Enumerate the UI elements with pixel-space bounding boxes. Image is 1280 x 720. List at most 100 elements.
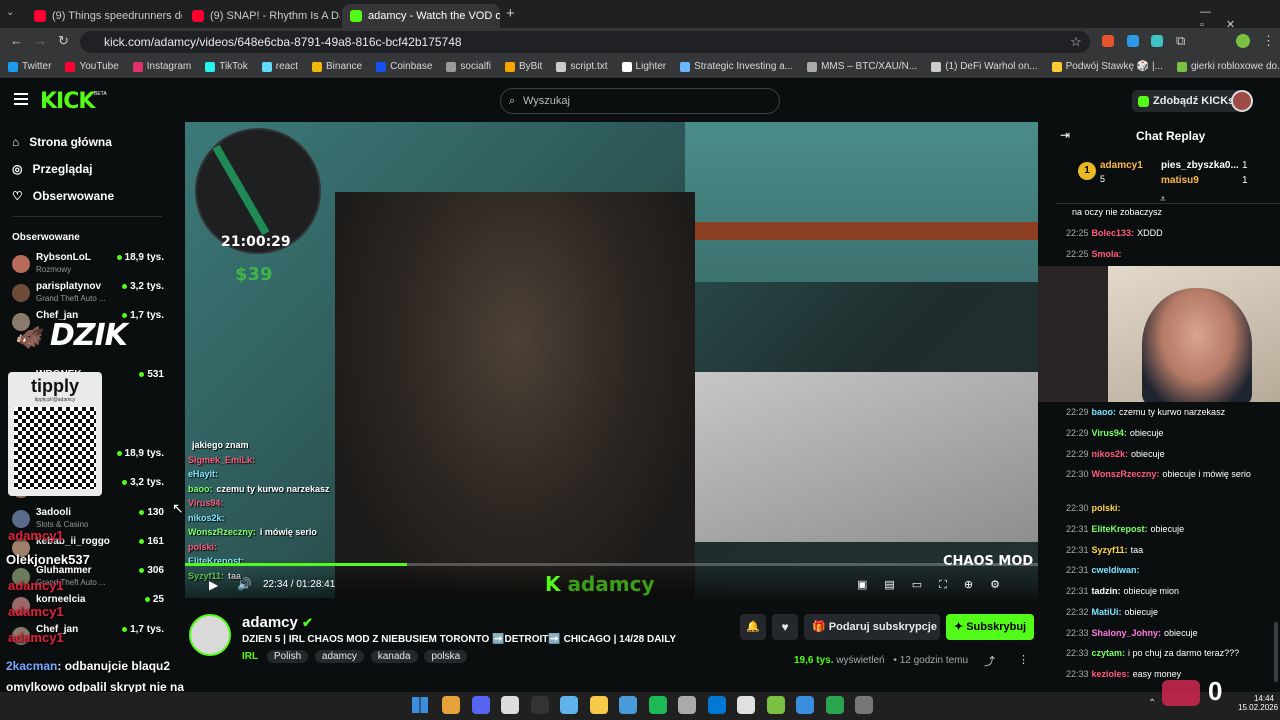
chat-username[interactable]: Bolec133: [1092, 228, 1135, 238]
chat-username[interactable]: baoo: [1092, 407, 1117, 417]
chat-username[interactable]: nikos2k: [1092, 449, 1129, 459]
tag[interactable]: polska [424, 650, 468, 663]
more-options-icon[interactable]: ⋮ [1018, 653, 1029, 666]
channel-avatar[interactable] [189, 614, 231, 656]
leaderboard-user[interactable]: matisu9 [1161, 175, 1199, 186]
hamburger-menu-icon[interactable] [14, 93, 28, 105]
volume-icon[interactable]: 🔊 [237, 577, 252, 591]
bookmark-item[interactable]: react [261, 61, 298, 72]
extension-icon[interactable] [1127, 35, 1139, 47]
bookmark-item[interactable]: Coinbase [376, 61, 432, 72]
subscribe-button[interactable]: ✦ Subskrybuj [946, 614, 1034, 640]
bookmark-star-icon[interactable]: ☆ [1070, 34, 1082, 50]
start-icon[interactable] [412, 697, 428, 713]
taskbar-app-icon[interactable] [560, 696, 578, 714]
chat-username[interactable]: Virus94: [1092, 428, 1127, 438]
menu-kebab-icon[interactable]: ⋮ [1262, 33, 1275, 49]
chat-username[interactable]: tadzin: [1092, 586, 1121, 596]
extension-icon[interactable] [1102, 35, 1114, 47]
chat-scrollbar[interactable] [1274, 622, 1278, 682]
browser-tab[interactable]: (9) Things speedrunners do tha ✕ [26, 4, 182, 28]
chat-username[interactable]: Syzyf11: [1092, 545, 1128, 555]
bookmark-item[interactable]: TikTok [205, 61, 248, 72]
taskbar-clock[interactable]: 14:44 15.02.2026 [1238, 694, 1278, 712]
followed-channel[interactable]: RybsonLoL Rozmowy 18,9 tys. [12, 252, 164, 278]
tag[interactable]: Polish [266, 650, 309, 663]
url-field[interactable]: kick.com/adamcy/videos/648e6cba-8791-49a… [80, 31, 1090, 53]
viewer-count-label: 25 [152, 594, 164, 605]
taskbar-app-icon[interactable] [707, 696, 726, 714]
nav-browse[interactable]: ◎ Przeglądaj [12, 162, 93, 176]
chat-username[interactable]: WonszRzeczny: [1092, 469, 1160, 479]
bookmark-item[interactable]: MMS – BTC/XAU/N... [807, 61, 917, 72]
profile-avatar[interactable] [1236, 34, 1250, 48]
video-progress-track[interactable] [185, 563, 1038, 566]
tag[interactable]: adamcy [314, 650, 364, 663]
bookmark-item[interactable]: (1) DeFi Warhol on... [931, 61, 1038, 72]
search-input[interactable]: Wyszukaj [500, 88, 780, 114]
video-player[interactable]: 21:00:29 $39 jakiego znam Sigmek_EmiLk: eH… [185, 122, 1038, 598]
extensions-puzzle-icon[interactable]: ⧉ [1176, 33, 1185, 49]
nav-following[interactable]: ♡ Obserwowane [12, 189, 114, 203]
taskbar-app-icon[interactable] [471, 696, 490, 714]
category-link[interactable]: IRL [242, 651, 258, 662]
taskbar-app-icon[interactable] [855, 696, 873, 714]
taskbar-app-icon[interactable] [766, 696, 785, 714]
leaderboard-user[interactable]: adamcy1 [1100, 160, 1143, 171]
chat-username[interactable]: MatiUi: [1092, 607, 1122, 617]
tray-chevron-icon[interactable]: ⌃ [1148, 698, 1156, 709]
bookmark-item[interactable]: gierki robloxowe do... [1176, 61, 1280, 72]
followed-channel[interactable]: parisplatynov Grand Theft Auto ... 3,2 tys… [12, 281, 164, 307]
bookmark-item[interactable]: Podwój Stawkę 🎲 |... [1051, 61, 1163, 72]
bookmark-item[interactable]: Binance [311, 61, 362, 72]
collapse-chat-icon[interactable]: ⇥ [1060, 128, 1070, 142]
taskbar-app-icon[interactable] [737, 696, 755, 714]
taskbar-app-icon[interactable] [648, 696, 667, 714]
bookmark-item[interactable]: Lighter [621, 61, 666, 72]
bookmark-item[interactable]: Strategic Investing a... [680, 61, 793, 72]
bookmark-item[interactable]: Instagram [132, 61, 191, 72]
chat-username[interactable]: czytam: [1092, 648, 1126, 658]
tag[interactable]: kanada [370, 650, 418, 663]
reload-icon[interactable]: ↻ [58, 33, 69, 49]
get-kicks-button[interactable]: Zdobądź KICKs [1132, 90, 1241, 112]
browser-tab[interactable]: (9) SNAP! - Rhythm Is A Dancer ✕ [184, 4, 340, 28]
nav-home[interactable]: ⌂ Strona główna [12, 135, 112, 149]
kick-logo[interactable]: KICK [40, 89, 95, 114]
taskbar-app-icon[interactable] [501, 696, 519, 714]
forward-icon[interactable]: → [34, 33, 47, 48]
tab-search-icon[interactable]: ⌄ [6, 7, 14, 18]
taskbar-app-icon[interactable] [678, 696, 696, 714]
play-icon[interactable]: ▶ [209, 578, 218, 592]
gift-sub-button[interactable]: 🎁 Podaruj subskrypcje [804, 614, 940, 640]
chat-username[interactable]: Smola: [1092, 249, 1122, 259]
chat-username[interactable]: polski: [1092, 503, 1121, 513]
video-control-icons[interactable]: ▣▤▭⛶⊕⚙ [857, 578, 1017, 592]
taskbar-app-icon[interactable] [589, 696, 608, 714]
taskbar-app-icon[interactable] [530, 696, 549, 714]
chat-username[interactable]: Shalony_Johny: [1092, 628, 1162, 638]
chat-username[interactable]: cweldiwan: [1092, 565, 1140, 575]
extension-icon[interactable] [1151, 35, 1163, 47]
leaderboard-user[interactable]: pies_zbyszka0... [1161, 160, 1239, 171]
browser-tab-active[interactable]: adamcy - Watch the VOD o ✕ [342, 4, 500, 28]
follow-heart-button[interactable]: ♥ [772, 614, 798, 640]
bookmark-item[interactable]: YouTube [65, 61, 119, 72]
bookmark-item[interactable]: ByBit [504, 61, 542, 72]
user-avatar[interactable] [1231, 90, 1253, 112]
bookmark-item[interactable]: Twitter [8, 61, 51, 72]
gta-clock: 21:00:29 [221, 234, 291, 250]
chat-username[interactable]: EliteKrepost: [1092, 524, 1148, 534]
chat-username[interactable]: kezioles: [1092, 669, 1130, 679]
taskbar-app-icon[interactable] [825, 696, 844, 714]
bookmark-item[interactable]: socialfi [446, 61, 491, 72]
taskbar-app-icon[interactable] [442, 696, 460, 714]
bookmark-item[interactable]: script.txt [556, 61, 608, 72]
new-tab-icon[interactable]: + [506, 5, 515, 22]
share-icon[interactable]: ⤴ [984, 653, 995, 669]
notification-bell-button[interactable]: 🔔 [740, 614, 766, 640]
taskbar-app-icon[interactable] [619, 696, 637, 714]
back-icon[interactable]: ← [10, 33, 23, 48]
taskbar-app-icon[interactable] [796, 696, 814, 714]
channel-name[interactable]: adamcy ✔ [242, 614, 313, 631]
